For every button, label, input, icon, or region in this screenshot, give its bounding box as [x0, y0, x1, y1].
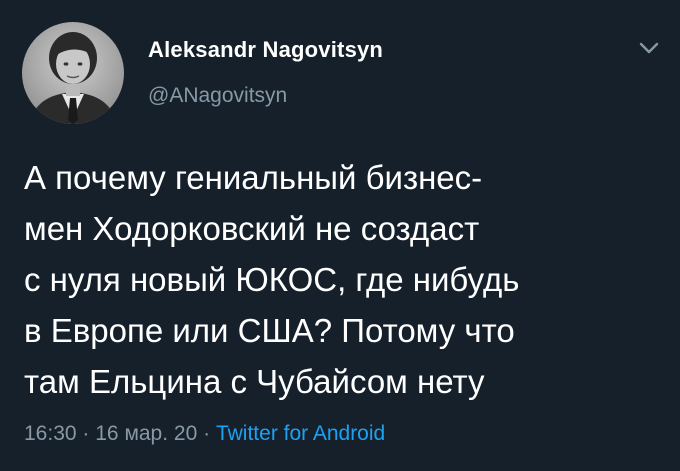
profile-photo-image — [22, 22, 124, 124]
author-handle[interactable]: @ANagovitsyn — [148, 84, 287, 108]
tweet-text-line: мен Ходорковский не создаст — [24, 210, 480, 247]
chevron-down-icon[interactable] — [636, 38, 662, 58]
tweet-text-line: А почему гениальный бизнес- — [24, 159, 483, 196]
tweet-text-line: там Ельцина с Чубайсом нету — [24, 363, 485, 400]
tweet-time[interactable]: 16:30 — [24, 422, 77, 445]
tweet-date[interactable]: 16 мар. 20 — [95, 422, 197, 445]
separator: · — [203, 422, 211, 445]
tweet-text-line: с нуля новый ЮКОС, где нибудь — [24, 261, 520, 298]
avatar[interactable] — [22, 22, 124, 124]
separator: · — [82, 422, 90, 445]
tweet-metadata: 16:30 · 16 мар. 20 · Twitter for Android — [24, 422, 385, 446]
author-name[interactable]: Aleksandr Nagovitsyn — [148, 37, 383, 63]
tweet-text-line: в Европе или США? Потому что — [24, 312, 515, 349]
tweet-source-link[interactable]: Twitter for Android — [216, 422, 385, 445]
tweet-card: Aleksandr Nagovitsyn @ANagovitsyn А поче… — [0, 0, 680, 471]
tweet-text: А почему гениальный бизнес- мен Ходорков… — [24, 152, 664, 407]
